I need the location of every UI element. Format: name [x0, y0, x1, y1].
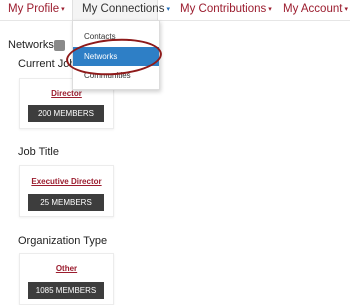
- info-icon[interactable]: [54, 40, 65, 51]
- menu-item-communities[interactable]: Communities: [73, 67, 159, 85]
- nav-my-contributions-label: My Contributions: [180, 3, 267, 15]
- network-link-executive-director[interactable]: Executive Director: [20, 177, 113, 186]
- connections-dropdown-menu: Contacts Networks Communities: [72, 20, 160, 90]
- network-card-job-title: Executive Director 25 MEMBERS: [19, 165, 114, 217]
- caret-down-icon: ▾: [166, 6, 170, 13]
- section-title-current-job: Current Job: [18, 58, 76, 70]
- members-badge: 1085 MEMBERS: [28, 282, 104, 299]
- caret-down-icon: ▾: [268, 6, 272, 13]
- section-title-organization-type: Organization Type: [18, 235, 108, 247]
- page-title: Networks: [8, 39, 54, 51]
- menu-item-contacts[interactable]: Contacts: [73, 28, 159, 46]
- members-badge: 200 MEMBERS: [28, 105, 104, 122]
- network-card-organization-type: Other 1085 MEMBERS: [19, 253, 114, 305]
- nav-my-contributions[interactable]: My Contributions ▾: [180, 0, 272, 20]
- nav-my-profile-label: My Profile: [8, 3, 60, 15]
- network-link-director[interactable]: Director: [20, 89, 113, 98]
- nav-my-profile[interactable]: My Profile ▾: [8, 0, 65, 20]
- network-link-other[interactable]: Other: [20, 264, 113, 273]
- nav-my-account[interactable]: My Account ▾: [283, 0, 348, 20]
- top-navbar: My Profile ▾ My Connections ▾ My Contribut…: [0, 0, 350, 21]
- menu-item-networks[interactable]: Networks: [73, 47, 159, 66]
- members-badge: 25 MEMBERS: [28, 194, 104, 211]
- section-title-job-title: Job Title: [18, 146, 59, 158]
- nav-my-account-label: My Account: [283, 3, 343, 15]
- caret-down-icon: ▾: [61, 6, 65, 13]
- nav-my-connections[interactable]: My Connections ▾: [72, 0, 170, 20]
- caret-down-icon: ▾: [344, 6, 348, 13]
- nav-my-connections-label: My Connections: [82, 3, 165, 15]
